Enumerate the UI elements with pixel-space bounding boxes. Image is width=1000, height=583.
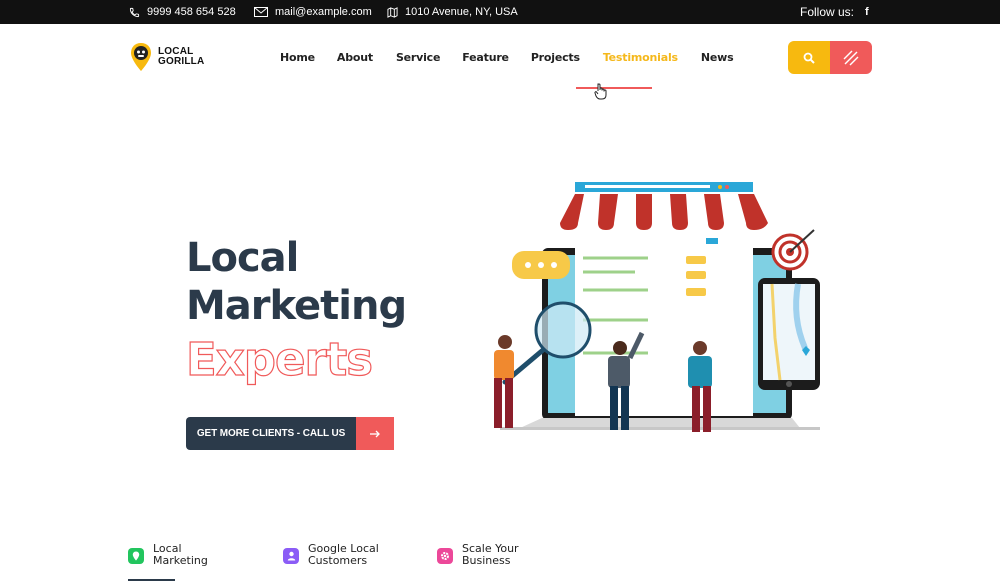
search-icon [803,52,815,64]
gorilla-logo-icon [131,43,151,71]
phone-contact[interactable]: 9999 458 654 528 [128,0,236,24]
arrow-right-icon [356,417,394,450]
main-nav: Home About Service Feature Projects Test… [280,24,734,90]
shop-awning [560,194,770,230]
feature-google-local[interactable]: Google Local Customers [283,543,418,567]
facebook-link[interactable]: f [865,0,869,24]
address-text: 1010 Avenue, NY, USA [405,6,518,18]
map-icon [386,6,398,18]
cta-label: GET MORE CLIENTS - CALL US [186,417,356,450]
main-header: LOCAL GORILLA Home About Service Feature… [0,24,1000,94]
chat-bubble [512,251,570,279]
nav-item-home[interactable]: Home [280,51,315,64]
hero-line1: Local [186,235,299,281]
nav-item-feature[interactable]: Feature [462,51,509,64]
logo[interactable]: LOCAL GORILLA [130,42,204,72]
nav-active-underline [576,87,652,89]
hand-cursor-icon [594,83,607,100]
email-contact[interactable]: mail@example.com [254,0,372,24]
user-icon [283,548,299,564]
search-button[interactable] [788,41,830,74]
hero-outline-word: Experts [185,332,373,386]
nav-item-about[interactable]: About [337,51,373,64]
phone-icon [128,6,140,18]
address-contact: 1010 Avenue, NY, USA [386,0,518,24]
nav-item-projects[interactable]: Projects [531,51,580,64]
feature-line2: Business [462,554,511,567]
feature-scale-business[interactable]: Scale Your Business [437,543,572,567]
hero-illustration [494,182,820,432]
feature-active-underline [128,579,175,581]
mail-icon [254,6,268,18]
feature-label: Google Local Customers [308,543,418,567]
follow-us: Follow us: [800,0,854,24]
feature-line2: Customers [308,554,368,567]
target [771,229,815,271]
top-bar: 9999 458 654 528 mail@example.com 1010 A… [0,0,1000,24]
logo-line2: GORILLA [158,56,205,67]
phone-text: 9999 458 654 528 [147,6,236,18]
cta-button[interactable]: GET MORE CLIENTS - CALL US [186,417,394,450]
nav-item-testimonials[interactable]: Testimonials [603,51,678,64]
menu-button[interactable] [830,41,872,74]
menu-lines-icon [843,50,859,65]
feature-line2: Marketing [153,554,208,567]
logo-text: LOCAL GORILLA [158,47,204,67]
facebook-icon: f [865,6,869,18]
gear-icon [437,548,453,564]
follow-label: Follow us: [800,5,855,19]
email-text: mail@example.com [275,6,372,18]
location-pin-icon [128,548,144,564]
feature-label: Local Marketing [153,543,263,567]
nav-item-service[interactable]: Service [396,51,441,64]
hero-heading: Local Marketing [186,234,407,330]
feature-local-marketing[interactable]: Local Marketing [128,543,263,567]
hero-line2: Marketing [186,283,407,329]
feature-label: Scale Your Business [462,543,572,567]
nav-item-news[interactable]: News [701,51,734,64]
phone-device [758,278,820,390]
